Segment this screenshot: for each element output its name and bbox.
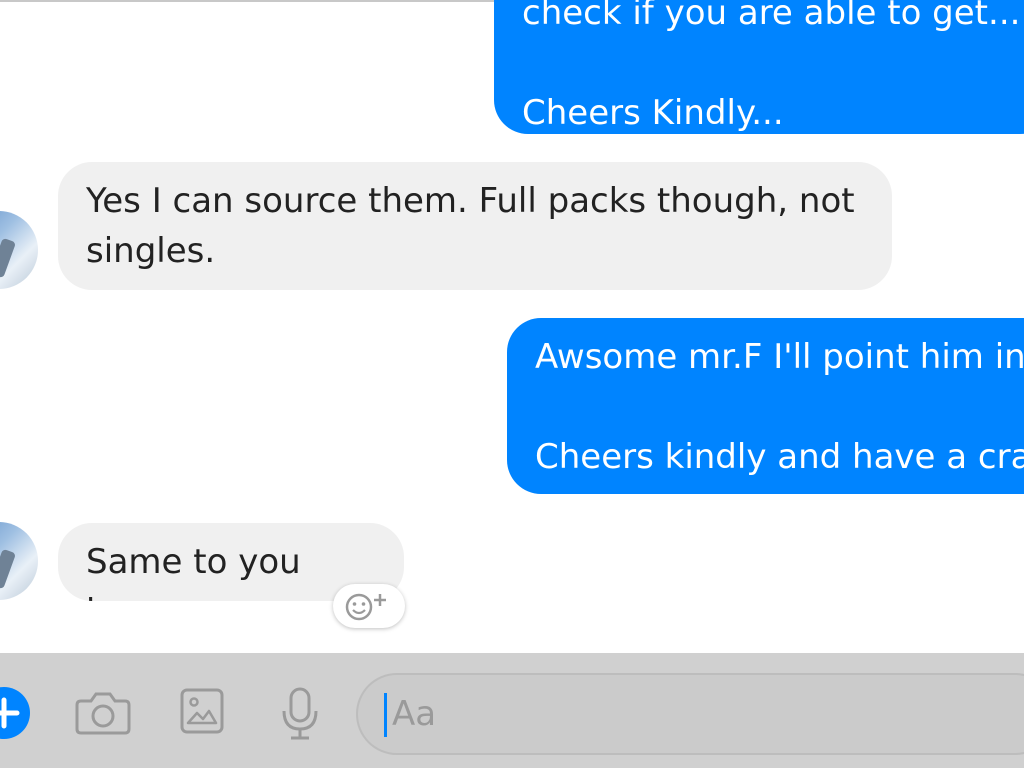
camera-icon[interactable] <box>75 687 131 737</box>
contact-avatar[interactable] <box>0 522 38 600</box>
message-line: Same to you bro. <box>86 542 301 601</box>
message-line: Yes I can source them. Full packs though… <box>86 181 855 221</box>
contact-avatar[interactable] <box>0 211 38 289</box>
emoji-plus-icon <box>345 593 386 621</box>
incoming-message-1[interactable]: Yes I can source them. Full packs though… <box>58 162 892 290</box>
message-line: check if you are able to get.... <box>522 0 1024 33</box>
composer-bar: Aa <box>0 653 1024 768</box>
plus-icon <box>0 697 20 729</box>
message-input[interactable]: Aa <box>356 673 1024 755</box>
message-line: Cheers Kindly... <box>522 93 784 133</box>
microphone-icon[interactable] <box>280 687 320 741</box>
message-line: singles. <box>86 231 216 271</box>
more-actions-button[interactable] <box>0 687 30 739</box>
add-reaction-button[interactable] <box>333 584 405 628</box>
outgoing-message-1[interactable]: check if you are able to get.... Cheers … <box>494 0 1024 134</box>
text-cursor <box>384 693 387 737</box>
message-input-placeholder: Aa <box>392 694 437 734</box>
outgoing-message-2[interactable]: Awsome mr.F I'll point him in Cheers kin… <box>507 318 1024 494</box>
message-line: Awsome mr.F I'll point him in <box>535 337 1024 377</box>
image-icon[interactable] <box>180 687 224 735</box>
message-line: Cheers kindly and have a cra <box>535 437 1024 477</box>
